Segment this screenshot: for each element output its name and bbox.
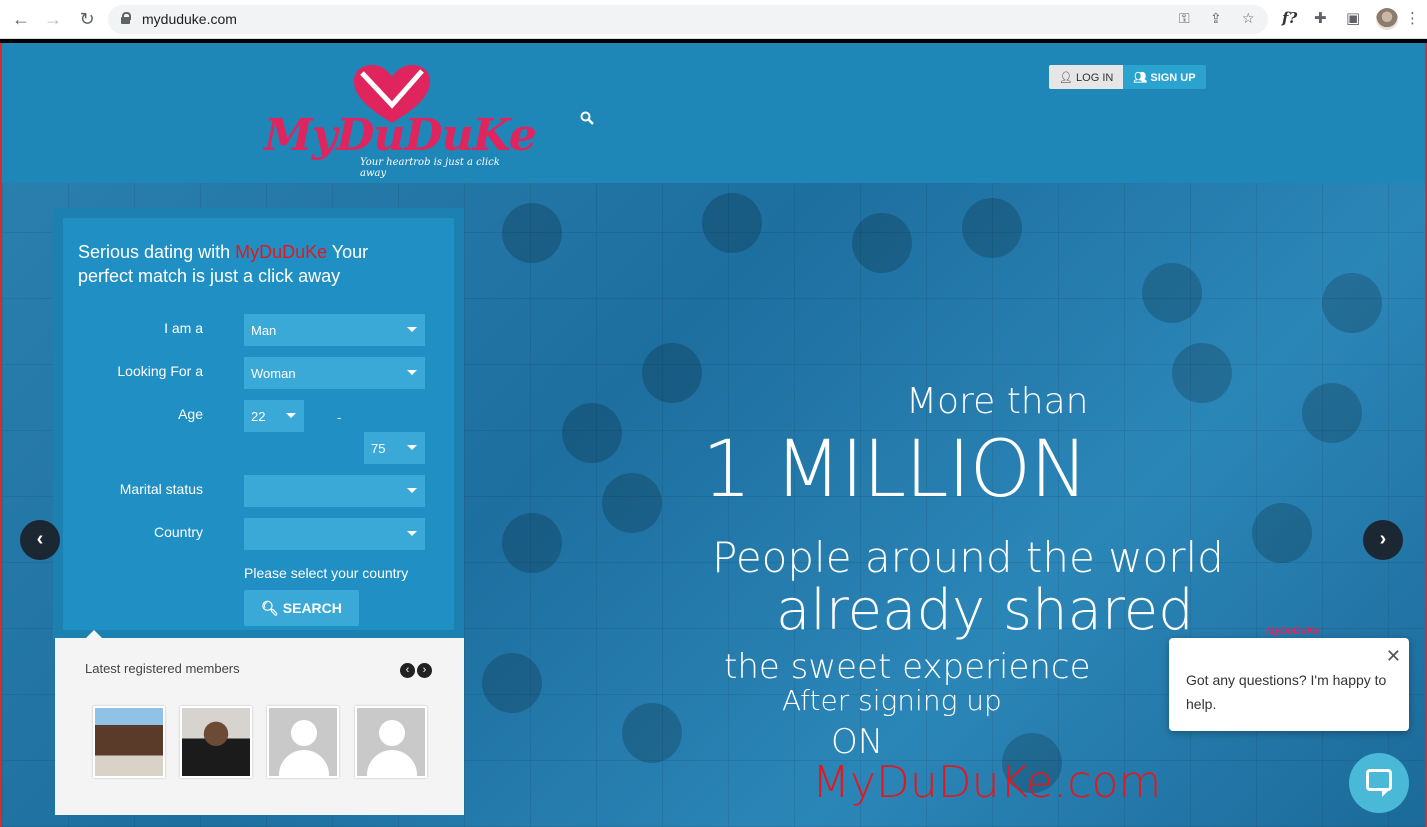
looking-for-label: Looking For a [117, 363, 203, 379]
member-thumbnail-placeholder[interactable] [355, 706, 427, 778]
lock-icon[interactable] [120, 12, 131, 24]
users-icon: 👥︎ [1133, 72, 1148, 84]
country-hint: Please select your country [244, 565, 409, 581]
carousel-prev-button[interactable]: ‹ [20, 520, 60, 560]
headline-million: 1 MILLION [702, 425, 1088, 515]
headline-on: ON [831, 722, 884, 762]
menu-icon[interactable]: ⋮ [1405, 9, 1420, 27]
profile-avatar[interactable] [1376, 8, 1398, 30]
chat-brand-badge: MyDuDuKe [1266, 626, 1320, 637]
chevron-down-icon [407, 531, 417, 536]
user-icon: 👤︎ [1059, 72, 1073, 84]
back-icon[interactable]: ← [10, 9, 32, 30]
member-thumbnail-placeholder[interactable] [267, 706, 339, 778]
sidepanel-icon[interactable]: ▣ [1346, 9, 1360, 27]
chevron-right-icon: › [1379, 528, 1387, 550]
signup-button[interactable]: 👥︎ SIGN UP [1123, 65, 1206, 89]
next-members-icon[interactable]: › [417, 663, 432, 678]
star-icon[interactable]: ☆ [1242, 10, 1255, 27]
headline-site-name: MyDuDuKe.com [812, 757, 1162, 808]
logo-brand-text: MyDuDuKe [264, 110, 537, 161]
search-icon[interactable] [580, 111, 594, 125]
key-icon[interactable]: ⚿ [1179, 10, 1190, 27]
logo-tagline: Your heartrob is just a click away [360, 157, 500, 179]
chat-launcher-button[interactable] [1349, 753, 1409, 813]
headline-already-shared: already shared [776, 578, 1194, 643]
chevron-left-icon: ‹ [36, 528, 44, 550]
puzzle-icon[interactable]: ✚ [1314, 9, 1327, 27]
chevron-down-icon [407, 445, 417, 450]
members-carousel-controls: ‹ › [400, 660, 434, 678]
latest-members-title: Latest registered members [85, 661, 240, 676]
search-panel-inner: Serious dating with MyDuDuKe Your perfec… [63, 218, 454, 630]
forward-icon[interactable]: → [42, 9, 64, 30]
hero-section: MyDuDuKe Your heartrob is just a click a… [0, 43, 1427, 827]
member-thumbnail[interactable] [180, 706, 252, 778]
country-label: Country [153, 524, 203, 540]
login-button[interactable]: 👤︎ LOG IN [1049, 65, 1124, 89]
member-thumbnail[interactable] [93, 706, 165, 778]
headline-people: People around the world [712, 533, 1224, 582]
i-am-label: I am a [164, 320, 203, 336]
site-logo[interactable]: MyDuDuKe Your heartrob is just a click a… [264, 65, 537, 179]
chat-popup: MyDuDuKe ✕ Got any questions? I'm happy … [1169, 626, 1409, 731]
search-panel: Serious dating with MyDuDuKe Your perfec… [53, 208, 464, 640]
prev-members-icon[interactable]: ‹ [400, 663, 415, 678]
reload-icon[interactable]: ↻ [76, 9, 98, 30]
chevron-down-icon [286, 413, 296, 418]
chat-bubble-icon [1366, 769, 1392, 791]
search-icon: 🔍︎ [261, 600, 279, 616]
browser-toolbar: ← → ↻ myduduke.com ⚿ ⇪ ☆ f? ✚ ▣ ⋮ [0, 0, 1427, 39]
auth-buttons: 👤︎ LOG IN 👥︎ SIGN UP [1049, 65, 1206, 89]
looking-for-select[interactable]: Woman [244, 357, 425, 389]
close-icon[interactable]: ✕ [1386, 646, 1401, 667]
chat-bubble-tail [1382, 789, 1390, 797]
panel-pointer [85, 630, 103, 639]
carousel-next-button[interactable]: › [1363, 520, 1403, 560]
search-button[interactable]: 🔍︎ SEARCH [244, 590, 359, 626]
i-am-select[interactable]: Man [244, 314, 425, 346]
headline-more-than: More than [906, 381, 1089, 422]
country-select[interactable] [244, 518, 425, 550]
share-icon[interactable]: ⇪ [1210, 10, 1222, 27]
age-label: Age [178, 406, 203, 422]
chevron-down-icon [407, 327, 417, 332]
age-to-select[interactable]: 75 [364, 432, 425, 464]
age-from-select[interactable]: 22 [244, 400, 304, 432]
marital-status-select[interactable] [244, 475, 425, 507]
search-panel-title: Serious dating with MyDuDuKe Your perfec… [78, 242, 369, 286]
marital-status-label: Marital status [119, 481, 203, 497]
chevron-down-icon [407, 370, 417, 375]
age-separator: - [337, 410, 342, 425]
url-text[interactable]: myduduke.com [142, 11, 237, 27]
headline-after-signing: After signing up [782, 684, 1002, 717]
chat-message: Got any questions? I'm happy to help. [1186, 672, 1387, 712]
latest-members-panel: Latest registered members ‹ › [55, 630, 464, 815]
address-bar[interactable]: myduduke.com ⚿ ⇪ ☆ [108, 5, 1268, 34]
formula-extension-icon[interactable]: f? [1282, 9, 1297, 27]
headline-sweet-experience: the sweet experience [724, 647, 1091, 687]
chevron-down-icon [407, 488, 417, 493]
site-header [2, 43, 1425, 183]
